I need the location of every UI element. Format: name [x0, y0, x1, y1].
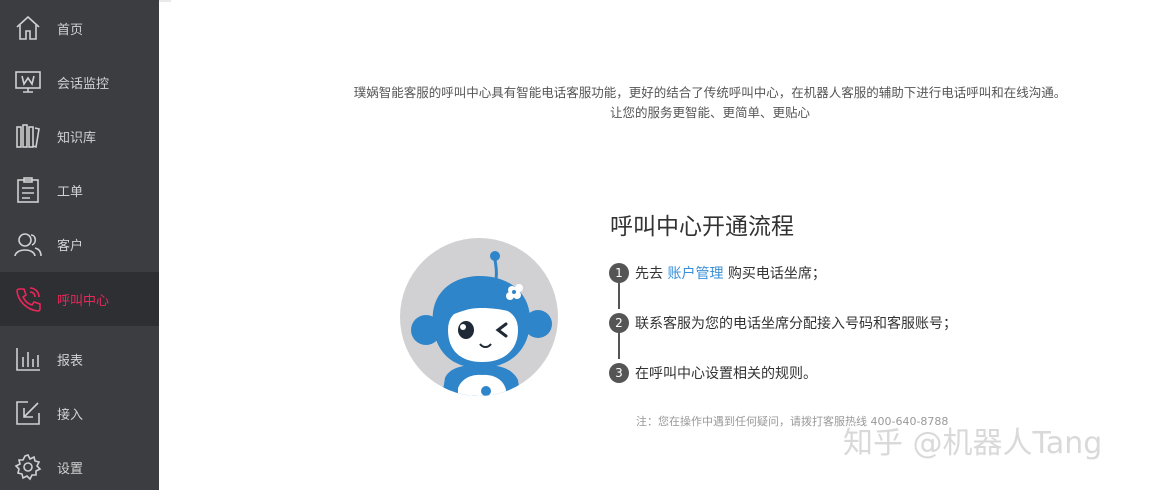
monitor-icon: [14, 68, 42, 96]
sidebar-item-call-center[interactable]: 呼叫中心: [0, 272, 159, 326]
sidebar-item-home[interactable]: 首页: [0, 1, 159, 55]
sidebar-item-label: 客户: [57, 238, 84, 254]
users-icon: [14, 230, 42, 258]
sidebar-item-label: 呼叫中心: [57, 293, 110, 309]
step-text: 在呼叫中心设置相关的规则。: [635, 366, 817, 382]
sidebar-item-label: 报表: [57, 353, 84, 369]
divider: [159, 0, 171, 2]
sidebar-item-label: 会话监控: [57, 76, 110, 92]
phone-icon: [14, 285, 42, 313]
step-text: 联系客服为您的电话坐席分配接入号码和客服账号；: [635, 316, 957, 332]
step-prefix: 先去: [635, 266, 668, 282]
step-suffix: 购买电话坐席；: [723, 266, 826, 282]
step-1: 1 先去 账户管理 购买电话坐席；: [609, 262, 1169, 284]
sidebar-item-label: 工单: [57, 184, 84, 200]
sidebar-item-customer[interactable]: 客户: [0, 217, 159, 271]
step-text: 先去 账户管理 购买电话坐席；: [635, 263, 826, 283]
step-2: 2 联系客服为您的电话坐席分配接入号码和客服账号；: [609, 312, 1169, 334]
step-connector: [618, 333, 620, 359]
clipboard-icon: [14, 176, 42, 204]
intro-line-2: 让您的服务更智能、更简单、更贴心: [609, 105, 810, 120]
books-icon: [14, 122, 42, 150]
intro-line-1: 璞娲智能客服的呼叫中心具有智能电话客服功能，更好的结合了传统呼叫中心，在机器人客…: [353, 85, 1067, 100]
step-number: 3: [609, 363, 629, 383]
sidebar-item-label: 接入: [57, 407, 84, 423]
sidebar-item-label: 首页: [57, 22, 84, 38]
sidebar-item-report[interactable]: 报表: [0, 332, 159, 386]
home-icon: [14, 14, 42, 42]
account-management-link[interactable]: 账户管理: [667, 266, 723, 282]
intro-text: 璞娲智能客服的呼叫中心具有智能电话客服功能，更好的结合了传统呼叫中心，在机器人客…: [230, 83, 1171, 123]
step-number: 2: [609, 313, 629, 333]
bar-chart-icon: [14, 345, 42, 373]
sidebar-item-session-monitor[interactable]: 会话监控: [0, 55, 159, 109]
step-3: 3 在呼叫中心设置相关的规则。: [609, 362, 1169, 384]
sidebar-item-label: 设置: [57, 461, 84, 477]
sidebar-item-access[interactable]: 接入: [0, 386, 159, 440]
robot-mascot-illustration: [400, 238, 558, 396]
step-number: 1: [609, 263, 629, 283]
step-connector: [618, 283, 620, 309]
gear-icon: [14, 453, 42, 481]
sidebar-item-knowledge-base[interactable]: 知识库: [0, 109, 159, 163]
sidebar-item-label: 知识库: [57, 130, 97, 146]
sidebar: 首页 会话监控 知识库 工单 客户 呼叫中心 报表 接入 设置: [0, 0, 159, 490]
arrow-in-icon: [14, 399, 42, 427]
watermark: 知乎 @机器人Tang: [843, 426, 1103, 461]
sidebar-item-ticket[interactable]: 工单: [0, 163, 159, 217]
page-title: 呼叫中心开通流程: [610, 214, 794, 240]
sidebar-item-settings[interactable]: 设置: [0, 440, 159, 494]
